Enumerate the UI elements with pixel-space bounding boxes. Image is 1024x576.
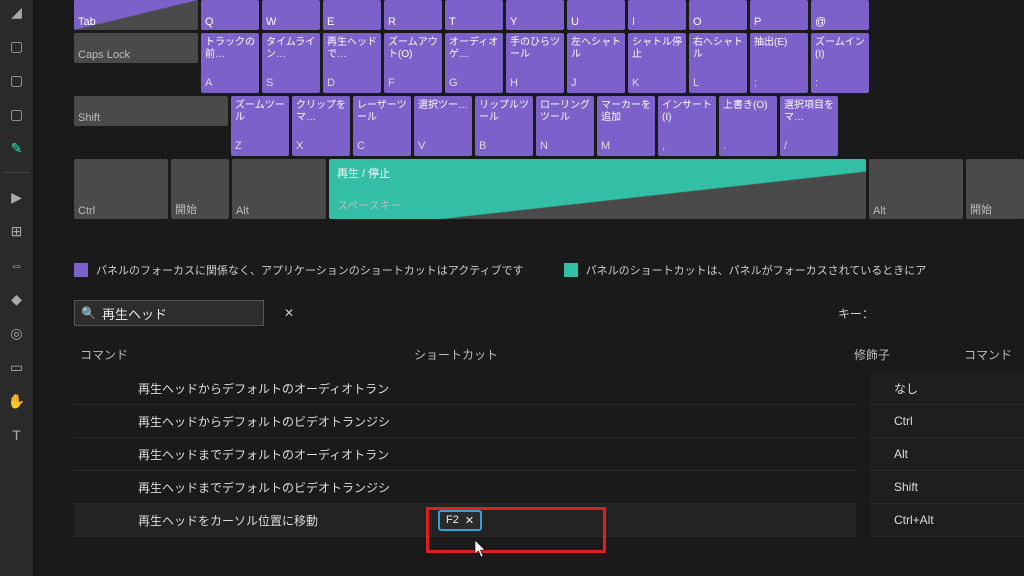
key-p[interactable]: P: [750, 0, 808, 30]
key-n[interactable]: ローリングツールN: [536, 96, 594, 156]
key-e[interactable]: E: [323, 0, 381, 30]
key-alt[interactable]: Alt: [232, 159, 326, 219]
header-command2: コマンド: [964, 346, 1024, 363]
key-r[interactable]: R: [384, 0, 442, 30]
key-shift[interactable]: Shift: [74, 96, 228, 126]
shortcut-key-label: F2: [446, 514, 459, 526]
key-space[interactable]: 再生 / 停止 スペースキー: [329, 159, 866, 219]
key-at[interactable]: @: [811, 0, 869, 30]
search-input[interactable]: [102, 306, 278, 321]
remove-shortcut-icon[interactable]: ✕: [465, 514, 474, 527]
command-row[interactable]: 再生ヘッドまでデフォルトのビデオトランジシ: [74, 471, 856, 504]
key-tab[interactable]: Tab: [74, 0, 198, 30]
key-l[interactable]: 右へシャトルL: [689, 33, 747, 93]
shortcut-chip[interactable]: F2 ✕: [438, 510, 482, 531]
header-shortcut: ショートカット: [414, 346, 830, 363]
key-w[interactable]: W: [262, 0, 320, 30]
header-modifier: 修飾子: [844, 346, 964, 363]
key-slash[interactable]: 選択項目をマ…/: [780, 96, 838, 156]
modifier-row[interactable]: Shift: [870, 471, 1024, 504]
tool-icon-generic[interactable]: ▭: [7, 357, 27, 377]
legend-app-text: パネルのフォーカスに関係なく、アプリケーションのショートカットはアクティブです: [96, 262, 524, 278]
keyboard-map: Tab Q W E R T Y U I O P @ Caps Lock トラック…: [74, 0, 1024, 222]
key-x[interactable]: クリップをマ…X: [292, 96, 350, 156]
column-headers: コマンド ショートカット 修飾子 コマンド: [74, 346, 1024, 363]
legend-panel-text: パネルのショートカットは、パネルがフォーカスされているときにア: [586, 262, 927, 278]
tool-icon-generic[interactable]: ◢: [7, 2, 27, 22]
key-c[interactable]: レーザーツールC: [353, 96, 411, 156]
swatch-teal: [564, 263, 578, 277]
key-o[interactable]: O: [689, 0, 747, 30]
key-start[interactable]: 開始: [171, 159, 229, 219]
tool-icon-generic[interactable]: ◆: [7, 289, 27, 309]
modifier-row[interactable]: Alt: [870, 438, 1024, 471]
key-start-right[interactable]: 開始: [966, 159, 1024, 219]
key-v[interactable]: 選択ツー…V: [414, 96, 472, 156]
search-row: 🔍 ✕: [74, 300, 1024, 326]
key-a[interactable]: トラックの前…A: [201, 33, 259, 93]
key-d[interactable]: 再生ヘッドで…D: [323, 33, 381, 93]
arrow-icon[interactable]: ▶: [7, 187, 27, 207]
hand-icon[interactable]: ✋: [7, 391, 27, 411]
key-i[interactable]: I: [628, 0, 686, 30]
key-t[interactable]: T: [445, 0, 503, 30]
tool-icon-generic[interactable]: ▢: [7, 104, 27, 124]
separator: [4, 172, 30, 173]
key-u[interactable]: U: [567, 0, 625, 30]
key-j[interactable]: 左へシャトルJ: [567, 33, 625, 93]
modifier-list: なし Ctrl Alt Shift Ctrl+Alt: [870, 372, 1024, 537]
tool-icon-generic[interactable]: ▢: [7, 70, 27, 90]
search-box[interactable]: 🔍 ✕: [74, 300, 264, 326]
clear-search-icon[interactable]: ✕: [284, 306, 294, 320]
modifier-row[interactable]: なし: [870, 372, 1024, 405]
key-f[interactable]: ズームアウト(O)F: [384, 33, 442, 93]
modifier-row[interactable]: Ctrl+Alt: [870, 504, 1024, 537]
cursor-icon: [474, 540, 488, 558]
key-h[interactable]: 手のひらツールH: [506, 33, 564, 93]
command-row[interactable]: 再生ヘッドからデフォルトのオーディオトラン: [74, 372, 856, 405]
key-alt-right[interactable]: Alt: [869, 159, 963, 219]
key-period[interactable]: 上書き(O).: [719, 96, 777, 156]
tool-icon-generic[interactable]: ⇔: [7, 255, 27, 275]
tool-icon-generic[interactable]: ▢: [7, 36, 27, 56]
key-s[interactable]: タイムライン…S: [262, 33, 320, 93]
key-comma[interactable]: インサート(I),: [658, 96, 716, 156]
key-section-label: キー：: [838, 305, 874, 322]
tool-icon-generic[interactable]: ⊞: [7, 221, 27, 241]
key-colon[interactable]: ズームイン(I):: [811, 33, 869, 93]
tool-toolbar: ◢ ▢ ▢ ▢ ✎ ▶ ⊞ ⇔ ◆ ◎ ▭ ✋ T: [0, 0, 34, 576]
tool-icon-generic[interactable]: ◎: [7, 323, 27, 343]
command-row[interactable]: 再生ヘッドからデフォルトのビデオトランジシ: [74, 405, 856, 438]
key-g[interactable]: オーディオゲ…G: [445, 33, 503, 93]
key-capslock[interactable]: Caps Lock: [74, 33, 198, 63]
command-row[interactable]: 再生ヘッドまでデフォルトのオーディオトラン: [74, 438, 856, 471]
command-list: 再生ヘッドからデフォルトのオーディオトラン 再生ヘッドからデフォルトのビデオトラ…: [74, 372, 856, 537]
key-b[interactable]: リップルツールB: [475, 96, 533, 156]
key-q[interactable]: Q: [201, 0, 259, 30]
swatch-purple: [74, 263, 88, 277]
command-row-selected[interactable]: 再生ヘッドをカーソル位置に移動 F2 ✕: [74, 504, 856, 537]
modifier-row[interactable]: Ctrl: [870, 405, 1024, 438]
key-semicolon[interactable]: 抽出(E);: [750, 33, 808, 93]
header-command: コマンド: [74, 346, 414, 363]
key-ctrl[interactable]: Ctrl: [74, 159, 168, 219]
legend: パネルのフォーカスに関係なく、アプリケーションのショートカットはアクティブです …: [74, 262, 1024, 278]
key-m[interactable]: マーカーを追加M: [597, 96, 655, 156]
search-icon: 🔍: [81, 306, 96, 320]
key-z[interactable]: ズームツールZ: [231, 96, 289, 156]
key-k[interactable]: シャトル停止K: [628, 33, 686, 93]
type-icon[interactable]: T: [7, 425, 27, 445]
key-y[interactable]: Y: [506, 0, 564, 30]
main-content: Tab Q W E R T Y U I O P @ Caps Lock トラック…: [34, 0, 1024, 576]
pen-icon[interactable]: ✎: [7, 138, 27, 158]
